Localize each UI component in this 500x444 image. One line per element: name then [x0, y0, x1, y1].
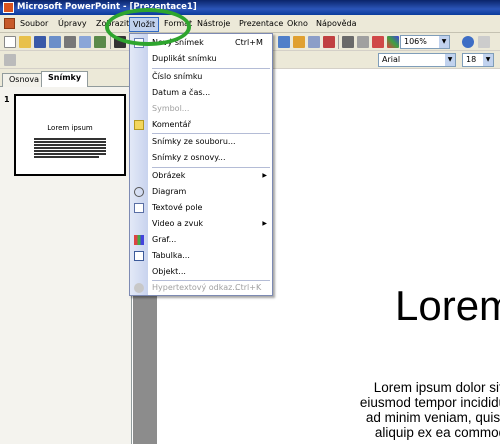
grayscale-icon[interactable]: [372, 36, 384, 48]
menu-item-date-time[interactable]: Datum a čas...: [130, 85, 272, 101]
pane-tabs: Osnova Snímky: [0, 69, 132, 87]
menu-item-slides-from-file[interactable]: Snímky ze souboru...: [130, 134, 272, 150]
zoom-select[interactable]: 106% ▼: [400, 35, 450, 49]
comment-icon: [134, 120, 144, 130]
slide-title[interactable]: Lorem: [395, 282, 500, 330]
submenu-arrow-icon: ▶: [262, 172, 267, 179]
save-icon[interactable]: [34, 36, 46, 48]
body-line: eiusmod tempor incididunt ut lab: [359, 395, 500, 410]
slides-pane: 1 Lorem ipsum: [0, 87, 132, 444]
submenu-arrow-icon: ▶: [262, 220, 267, 227]
chevron-down-icon[interactable]: ▼: [439, 36, 449, 48]
color-view-icon[interactable]: [387, 36, 399, 48]
body-line: aliquip ex ea commodo con: [374, 425, 500, 440]
new-document-icon[interactable]: [4, 36, 16, 48]
diagram-icon: [134, 187, 144, 197]
annotation-circle: [105, 8, 191, 46]
hyperlink-icon: [134, 283, 144, 293]
menu-napoveda[interactable]: Nápověda: [313, 18, 360, 31]
tab-osnova[interactable]: Osnova: [2, 73, 47, 87]
menu-nastroje[interactable]: Nástroje: [194, 18, 233, 31]
thumbnail-title: Lorem ipsum: [47, 124, 93, 132]
menu-okno[interactable]: Okno: [284, 18, 311, 31]
expand-all-icon[interactable]: [342, 36, 354, 48]
thumbnail-body-lines: [34, 138, 106, 159]
menu-item-picture[interactable]: Obrázek ▶: [130, 168, 272, 184]
menu-item-symbol: Symbol...: [152, 104, 190, 113]
document-icon[interactable]: [4, 18, 15, 29]
menu-item-object[interactable]: Objekt...: [130, 264, 272, 280]
menu-item-duplicate-slide[interactable]: Duplikát snímku: [130, 51, 272, 67]
textbox-icon: [134, 203, 144, 213]
chevron-down-icon[interactable]: ▼: [483, 54, 493, 66]
font-size-value: 18: [466, 55, 477, 64]
table-icon: [134, 251, 144, 261]
insert-menu: Nový snímek Ctrl+M Duplikát snímku Číslo…: [129, 33, 273, 296]
font-size-select[interactable]: 18 ▼: [462, 53, 494, 67]
menu-item-diagram[interactable]: Diagram: [130, 184, 272, 200]
font-select[interactable]: Arial ▼: [378, 53, 456, 67]
hyperlink-icon[interactable]: [323, 36, 335, 48]
menu-item-video-audio[interactable]: Video a zvuk ▶: [130, 216, 272, 232]
tab-snimky[interactable]: Snímky: [41, 71, 89, 87]
slide-body[interactable]: Lorem ipsum dolor sit amet, eiusmod temp…: [257, 380, 500, 440]
menu-bar: Soubor Úpravy Zobrazit Vložit Formát Nás…: [0, 15, 500, 33]
menu-upravy[interactable]: Úpravy: [55, 18, 90, 31]
body-line: Lorem ipsum dolor sit amet,: [373, 380, 500, 395]
show-formatting-icon[interactable]: [357, 36, 369, 48]
chevron-down-icon[interactable]: ▼: [445, 54, 455, 66]
body-line: ad minim veniam, quis nostruc: [365, 410, 500, 425]
menu-item-slides-from-outline[interactable]: Snímky z osnovy...: [130, 150, 272, 166]
toolbar-options-icon[interactable]: [478, 36, 490, 48]
powerpoint-app-icon: [3, 2, 14, 13]
chart-icon: [134, 235, 144, 245]
help-icon[interactable]: [462, 36, 474, 48]
insert-picture-icon[interactable]: [293, 36, 305, 48]
menu-item-comment[interactable]: Komentář: [130, 117, 272, 133]
slide-number: 1: [4, 95, 10, 104]
menu-soubor[interactable]: Soubor: [17, 18, 51, 31]
menu-item-chart[interactable]: Graf...: [130, 232, 272, 248]
permission-icon[interactable]: [49, 36, 61, 48]
menu-item-hyperlink: Hypertextový odkaz... Ctrl+K: [130, 280, 272, 296]
title-bar: Microsoft PowerPoint - [Prezentace1]: [0, 0, 500, 15]
insert-chart-icon[interactable]: [278, 36, 290, 48]
open-folder-icon[interactable]: [19, 36, 31, 48]
print-icon[interactable]: [64, 36, 76, 48]
print-preview-icon[interactable]: [79, 36, 91, 48]
zoom-value: 106%: [404, 37, 427, 46]
menu-item-table[interactable]: Tabulka...: [130, 248, 272, 264]
spelling-icon[interactable]: [94, 36, 106, 48]
menu-item-slide-number[interactable]: Číslo snímku: [130, 69, 272, 85]
menu-prezentace[interactable]: Prezentace: [236, 18, 286, 31]
insert-table-icon[interactable]: [308, 36, 320, 48]
font-value: Arial: [382, 55, 401, 64]
task-pane-icon[interactable]: [4, 54, 16, 66]
slide-thumbnail[interactable]: Lorem ipsum: [14, 94, 126, 176]
menu-item-textbox[interactable]: Textové pole: [130, 200, 272, 216]
